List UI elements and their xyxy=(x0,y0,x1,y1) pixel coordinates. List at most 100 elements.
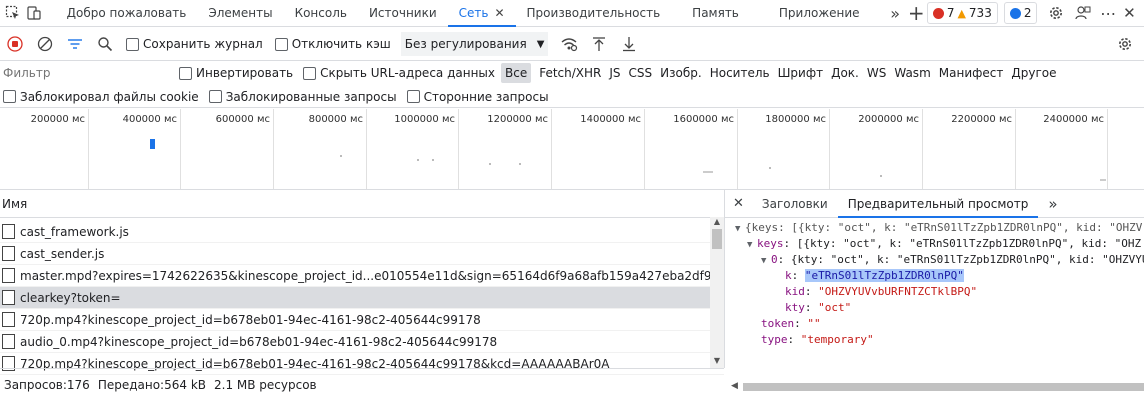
filter-type-media[interactable]: Носитель xyxy=(706,63,774,83)
preserve-log-checkbox[interactable]: Сохранить журнал xyxy=(126,37,263,51)
tab-welcome[interactable]: Добро пожаловать xyxy=(56,0,198,26)
checkbox-label: Сторонние запросы xyxy=(423,89,549,104)
checkbox-box[interactable] xyxy=(179,66,192,80)
tab-performance[interactable]: Производительность xyxy=(516,0,672,26)
tree-value[interactable]: "temporary" xyxy=(801,333,874,346)
filter-type-ws[interactable]: WS xyxy=(863,63,890,83)
error-icon xyxy=(932,7,944,19)
request-row[interactable]: audio_0.mp4?kinescope_project_id=b678eb0… xyxy=(0,331,724,353)
request-row[interactable]: cast_framework.js xyxy=(0,221,724,243)
settings-gear-icon[interactable] xyxy=(1045,0,1066,26)
tree-node-root[interactable]: ▼ {keys: [{kty: "oct", k: "eTRnS01lTzZpb1… xyxy=(725,220,1144,236)
checkbox-box[interactable] xyxy=(3,90,16,103)
tree-value[interactable]: "oct" xyxy=(818,301,851,314)
more-detail-tabs-icon[interactable]: » xyxy=(1038,191,1067,217)
tree-value[interactable]: "" xyxy=(807,317,820,330)
tree-node-0[interactable]: ▼ 0: {kty: "oct", k: "eTRnS01lTzZpb1ZDR0l… xyxy=(725,252,1144,268)
tab-application[interactable]: Приложение xyxy=(768,0,871,26)
request-name: cast_framework.js xyxy=(20,224,129,239)
tab-elements[interactable]: Элементы xyxy=(197,0,283,26)
checkbox-box[interactable] xyxy=(126,37,139,51)
request-row[interactable]: 720p.mp4?kinescope_project_id=b678eb01-9… xyxy=(0,309,724,331)
request-row-selected[interactable]: clearkey?token= xyxy=(0,287,724,309)
filter-input[interactable] xyxy=(1,64,165,82)
search-icon[interactable] xyxy=(90,29,120,59)
expand-triangle-icon[interactable]: ▼ xyxy=(735,221,745,237)
scrollbar-thumb[interactable] xyxy=(712,229,722,249)
scroll-up-icon[interactable]: ▲ xyxy=(710,217,724,229)
filter-type-font[interactable]: Шрифт xyxy=(774,63,828,83)
network-settings-gear-icon[interactable] xyxy=(1110,29,1140,59)
tab-label: Производительность xyxy=(526,6,661,20)
import-har-icon[interactable] xyxy=(584,29,614,59)
preview-horizontal-scrollbar[interactable]: ◀ xyxy=(725,381,1144,393)
throttling-select[interactable]: Без регулирования ▼ xyxy=(400,32,549,56)
filter-type-all[interactable]: Все xyxy=(501,63,532,83)
tree-colon: : xyxy=(804,301,819,314)
tree-value[interactable]: "eTRnS01lTzZpb1ZDR0lnPQ" xyxy=(804,269,964,282)
filter-type-wasm[interactable]: Wasm xyxy=(890,63,934,83)
filter-type-other[interactable]: Другое xyxy=(1007,63,1060,83)
blocked-requests-checkbox[interactable]: Заблокированные запросы xyxy=(208,90,397,104)
filter-type-img[interactable]: Изобр. xyxy=(656,63,706,83)
scrollbar-thumb[interactable] xyxy=(743,383,1144,391)
record-stop-button[interactable] xyxy=(0,29,30,59)
tree-prop-kid[interactable]: kid: "OHZVYUVvbURFNTZCTklBPQ" xyxy=(725,284,1144,300)
timeline-overview[interactable]: 200000 мс 400000 мс 600000 мс 800000 мс … xyxy=(0,109,1144,190)
network-toolbar: Сохранить журнал Отключить кэш Без регул… xyxy=(0,28,1144,61)
blocked-cookies-checkbox[interactable]: Заблокировал файлы cookie xyxy=(3,90,199,104)
tab-memory[interactable]: Память xyxy=(681,0,750,26)
customize-devtools-icon[interactable] xyxy=(1073,0,1094,26)
checkbox-box[interactable] xyxy=(406,90,420,103)
tree-node-keys[interactable]: ▼ keys: [{kty: "oct", k: "eTRnS01lTzZpb1Z… xyxy=(725,236,1144,252)
messages-counter[interactable]: 2 xyxy=(1003,2,1038,24)
issues-counter[interactable]: 7 ▲ 733 xyxy=(926,2,998,24)
filter-type-doc[interactable]: Док. xyxy=(827,63,863,83)
close-detail-icon[interactable]: ✕ xyxy=(725,191,752,217)
request-count: Запросов:176 xyxy=(4,378,90,392)
close-devtools-icon[interactable]: ✕ xyxy=(1119,0,1140,26)
more-tabs-icon[interactable]: » xyxy=(885,0,906,26)
column-header-label: Имя xyxy=(2,196,28,211)
tree-prop-token[interactable]: token: "" xyxy=(725,316,1144,332)
tab-preview[interactable]: Предварительный просмотр xyxy=(837,191,1039,218)
add-tab-icon[interactable]: + xyxy=(906,0,927,26)
expand-triangle-icon[interactable]: ▼ xyxy=(747,237,757,253)
scroll-down-icon[interactable]: ▼ xyxy=(710,356,724,368)
timeline-gridline xyxy=(180,109,181,189)
checkbox-box[interactable] xyxy=(208,90,222,103)
more-options-icon[interactable]: ⋯ xyxy=(1098,0,1119,26)
filter-icon[interactable] xyxy=(60,29,90,59)
filter-type-fetch-xhr[interactable]: Fetch/XHR xyxy=(535,63,605,83)
tab-sources[interactable]: Источники xyxy=(358,0,448,26)
request-list-scrollbar[interactable]: ▲ ▼ xyxy=(710,217,724,368)
close-tab-icon[interactable]: ✕ xyxy=(494,6,504,20)
tab-network[interactable]: Сеть ✕ xyxy=(447,0,516,27)
tree-prop-type[interactable]: type: "temporary" xyxy=(725,332,1144,348)
third-party-checkbox[interactable]: Сторонние запросы xyxy=(406,89,549,104)
network-conditions-icon[interactable] xyxy=(554,29,584,59)
expand-triangle-icon[interactable]: ▼ xyxy=(761,253,771,269)
request-row[interactable]: master.mpd?expires=1742622635&kinescope_… xyxy=(0,265,724,287)
name-column-header[interactable]: Имя xyxy=(0,190,724,218)
hide-data-urls-checkbox[interactable]: Скрыть URL-адреса данных xyxy=(303,66,495,80)
device-emulation-icon[interactable] xyxy=(23,0,44,26)
filter-type-css[interactable]: CSS xyxy=(625,63,657,83)
filter-type-js[interactable]: JS xyxy=(605,63,624,83)
filter-type-manifest[interactable]: Манифест xyxy=(935,63,1008,83)
tree-prop-k[interactable]: k: "eTRnS01lTzZpb1ZDR0lnPQ" xyxy=(725,268,1144,284)
tab-console[interactable]: Консоль xyxy=(284,0,358,26)
clear-icon[interactable] xyxy=(30,29,60,59)
disable-cache-checkbox[interactable]: Отключить кэш xyxy=(274,37,391,51)
tree-prop-kty[interactable]: kty: "oct" xyxy=(725,300,1144,316)
checkbox-box[interactable] xyxy=(274,37,288,51)
tab-headers[interactable]: Заголовки xyxy=(752,191,838,217)
checkbox-box[interactable] xyxy=(303,66,317,80)
export-har-icon[interactable] xyxy=(614,29,644,59)
tree-value[interactable]: "OHZVYUVvbURFNTZCTklBPQ" xyxy=(818,285,977,298)
request-row[interactable]: cast_sender.js xyxy=(0,243,724,265)
tab-label: Консоль xyxy=(294,6,347,20)
scroll-left-icon[interactable]: ◀ xyxy=(731,381,738,391)
inspect-element-icon[interactable] xyxy=(2,0,23,26)
invert-checkbox[interactable]: Инвертировать xyxy=(179,66,293,80)
